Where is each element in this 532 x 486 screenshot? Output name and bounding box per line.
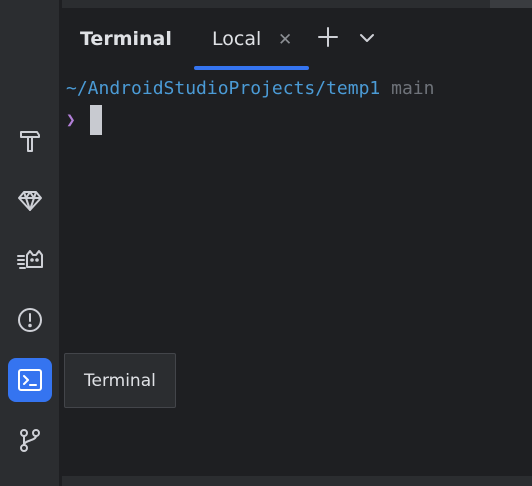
tooltip: Terminal <box>64 353 176 408</box>
git-branch-name: main <box>391 78 435 99</box>
top-scrollbar[interactable] <box>490 0 532 8</box>
tool-window-title: Terminal <box>80 28 172 50</box>
prompt-line: ~/AndroidStudioProjects/temp1 main <box>66 78 434 99</box>
close-icon[interactable]: ✕ <box>278 30 292 50</box>
tab-label: Local <box>212 28 262 50</box>
terminal-cursor <box>90 105 102 135</box>
terminal-output[interactable]: ~/AndroidStudioProjects/temp1 main ❯ <box>62 70 532 476</box>
git-button[interactable] <box>8 418 52 462</box>
tooltip-text: Terminal <box>84 371 156 391</box>
prompt-symbol: ❯ <box>66 110 76 129</box>
top-strip <box>62 0 532 8</box>
build-button[interactable] <box>8 118 52 162</box>
problems-icon <box>18 308 42 332</box>
git-branch-icon <box>20 429 40 452</box>
logcat-button[interactable] <box>8 238 52 282</box>
gem-button[interactable] <box>8 178 52 222</box>
chevron-down-icon[interactable] <box>358 29 376 47</box>
terminal-button[interactable] <box>8 358 52 402</box>
tab-local[interactable]: Local ✕ <box>194 8 309 70</box>
add-tab-icon[interactable] <box>317 26 339 48</box>
tool-window-header: Terminal Local ✕ <box>62 8 532 70</box>
tool-window-strip <box>0 0 60 486</box>
build-hammer-icon <box>20 131 40 152</box>
terminal-icon <box>18 369 42 391</box>
gem-icon <box>18 191 42 211</box>
problems-button[interactable] <box>8 298 52 342</box>
cat-icon <box>17 250 43 269</box>
cwd-path: ~/AndroidStudioProjects/temp1 <box>66 78 381 99</box>
bottom-strip <box>62 476 532 486</box>
